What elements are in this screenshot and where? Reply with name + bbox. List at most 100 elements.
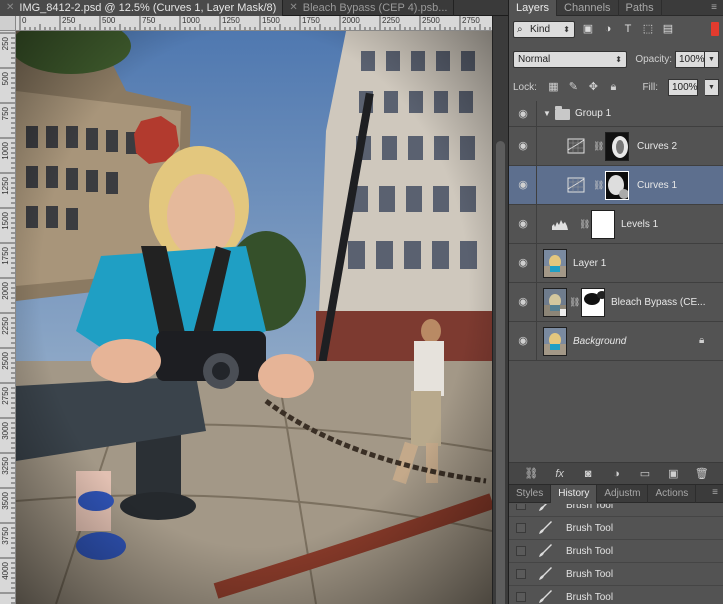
layers-panel-footer: ⛓︎ fx ◙ ◑ ▭ ▣ 🗑︎ <box>509 462 723 484</box>
history-panel-tabs: Styles History Adjustm Actions ≡ <box>509 485 723 503</box>
eye-icon[interactable]: ◉ <box>516 217 530 231</box>
filter-toggle-switch[interactable] <box>711 22 719 36</box>
link-icon[interactable]: ⛓︎ <box>593 178 604 192</box>
new-layer-icon[interactable]: ▣ <box>665 467 681 481</box>
history-item[interactable]: Brush Tool <box>509 586 723 604</box>
layer-name: Curves 1 <box>637 180 678 191</box>
levels-adjustment-icon <box>552 220 568 230</box>
close-icon[interactable]: ✕ <box>289 0 297 16</box>
opacity-field[interactable]: 100% <box>675 50 705 68</box>
tab-styles[interactable]: Styles <box>509 485 552 503</box>
panel-menu-icon[interactable]: ≡ <box>706 485 723 502</box>
blend-mode-dropdown[interactable]: Normal ⬍ <box>513 50 627 68</box>
tab-paths[interactable]: Paths <box>619 0 662 16</box>
history-item[interactable]: Brush Tool <box>509 504 723 517</box>
adjustment-icon[interactable]: ◑ <box>608 467 624 481</box>
fx-icon[interactable]: fx <box>552 467 568 481</box>
tab-history[interactable]: History <box>551 485 598 503</box>
shape-filter-icon[interactable]: ⬚ <box>641 22 655 36</box>
link-icon[interactable]: ⛓︎ <box>569 295 580 309</box>
layer-thumbnail[interactable] <box>543 288 567 317</box>
filter-kind-dropdown[interactable]: ⌕ Kind ⬍ <box>513 20 575 38</box>
ruler-label: 1250 <box>1 177 10 195</box>
snapshot-checkbox[interactable] <box>516 523 526 533</box>
layer-row-levels-1[interactable]: ◉ ⛓︎ Levels 1 <box>509 205 723 244</box>
lock-transparency-icon[interactable]: ▦ <box>547 81 560 94</box>
link-icon[interactable]: ⛓︎ <box>579 217 590 231</box>
layer-row-bleach-bypass[interactable]: ◉ ⛓︎ Bleach Bypass (CE... <box>509 283 723 322</box>
layer-group-row[interactable]: ◉ ▼ Group 1 <box>509 101 723 127</box>
expand-arrow-icon[interactable]: ▼ <box>543 101 551 127</box>
ruler-origin[interactable] <box>0 16 16 31</box>
close-icon[interactable]: ✕ <box>6 0 14 16</box>
mask-icon[interactable]: ◙ <box>580 467 596 481</box>
history-item-label: Brush Tool <box>566 569 614 580</box>
history-item-label: Brush Tool <box>566 504 614 511</box>
eye-icon[interactable]: ◉ <box>516 256 530 270</box>
smart-object-filter-icon[interactable]: ▤ <box>661 22 675 36</box>
tab-actions[interactable]: Actions <box>648 485 697 503</box>
snapshot-checkbox[interactable] <box>516 592 526 602</box>
link-icon[interactable]: ⛓︎ <box>593 139 604 153</box>
panel-menu-icon[interactable]: ≡ <box>705 0 723 15</box>
eye-icon[interactable]: ◉ <box>516 139 530 153</box>
opacity-slider-arrow[interactable]: ▼ <box>705 50 719 68</box>
history-item-label: Brush Tool <box>566 546 614 557</box>
layer-thumbnail[interactable] <box>543 327 567 356</box>
horizontal-ruler[interactable]: 0 250 500 750 1000 1250 1500 1750 2000 2250 2500 27… <box>16 16 492 31</box>
tab-channels[interactable]: Channels <box>557 0 619 16</box>
ruler-label: 2750 <box>1 387 10 405</box>
lock-pixels-icon[interactable]: ✎ <box>567 81 580 94</box>
fill-slider-arrow[interactable]: ▼ <box>705 78 719 96</box>
ruler-label: 250 <box>62 16 76 25</box>
adjustment-filter-icon[interactable]: ◑ <box>601 22 615 36</box>
filter-kind-value: Kind <box>530 23 551 35</box>
pixel-filter-icon[interactable]: ▣ <box>581 22 595 36</box>
ruler-label: 1250 <box>222 16 240 25</box>
layer-row-curves-2[interactable]: ◉ ⛓︎ Curves 2 <box>509 127 723 166</box>
fill-field[interactable]: 100% <box>668 78 698 96</box>
history-item-label: Brush Tool <box>566 592 614 603</box>
history-item[interactable]: Brush Tool <box>509 517 723 540</box>
row-divider <box>536 205 537 244</box>
history-item[interactable]: Brush Tool <box>509 540 723 563</box>
ruler-label: 1750 <box>302 16 320 25</box>
tab-adjustments[interactable]: Adjustm <box>597 485 649 503</box>
snapshot-checkbox[interactable] <box>516 504 526 510</box>
layer-mask-thumbnail[interactable] <box>605 171 629 200</box>
vertical-scrollbar[interactable] <box>492 16 508 604</box>
tab-layers[interactable]: Layers <box>509 0 558 16</box>
eye-icon[interactable]: ◉ <box>516 178 530 192</box>
history-item[interactable]: Brush Tool <box>509 563 723 586</box>
search-icon: ⌕ <box>517 23 523 35</box>
ruler-label: 1500 <box>1 212 10 230</box>
layer-row-background[interactable]: ◉ Background 🔒︎ <box>509 322 723 361</box>
folder-icon[interactable]: ▭ <box>637 467 653 481</box>
layer-row-curves-1[interactable]: ◉ ⛓︎ Curves 1 <box>509 166 723 205</box>
snapshot-checkbox[interactable] <box>516 546 526 556</box>
row-divider <box>536 166 537 205</box>
eye-icon[interactable]: ◉ <box>516 295 530 309</box>
snapshot-checkbox[interactable] <box>516 569 526 579</box>
vertical-ruler[interactable]: 250 500 750 1000 1250 1500 1750 2000 2250 2500 275… <box>0 31 16 604</box>
type-filter-icon[interactable]: T <box>621 22 635 36</box>
layer-row-layer-1[interactable]: ◉ Layer 1 <box>509 244 723 283</box>
layer-thumbnail[interactable] <box>543 249 567 278</box>
trash-icon[interactable]: 🗑︎ <box>694 467 710 481</box>
ruler-label: 750 <box>1 107 10 121</box>
layers-list: ◉ ▼ Group 1 ◉ ⛓︎ Curves 2 ◉ ⛓︎ Curves 1 … <box>509 101 723 461</box>
ruler-label: 2000 <box>1 282 10 300</box>
layer-mask-thumbnail[interactable] <box>591 210 615 239</box>
eye-icon[interactable]: ◉ <box>516 107 530 121</box>
eye-icon[interactable]: ◉ <box>516 334 530 348</box>
layer-mask-thumbnail[interactable] <box>581 288 605 317</box>
link-icon[interactable]: ⛓︎ <box>523 467 539 481</box>
scrollbar-thumb[interactable] <box>496 141 505 604</box>
layer-mask-thumbnail[interactable] <box>605 132 629 161</box>
document-tab-bleach-bypass[interactable]: ✕ Bleach Bypass (CEP 4).psb... <box>283 0 455 16</box>
lock-all-icon[interactable]: 🔒︎ <box>607 81 620 94</box>
lock-position-icon[interactable]: ✥ <box>587 81 600 94</box>
document-tab-img-8412[interactable]: ✕ IMG_8412-2.psd @ 12.5% (Curves 1, Laye… <box>0 0 284 16</box>
brush-icon <box>539 590 552 603</box>
image-canvas[interactable] <box>16 31 492 604</box>
